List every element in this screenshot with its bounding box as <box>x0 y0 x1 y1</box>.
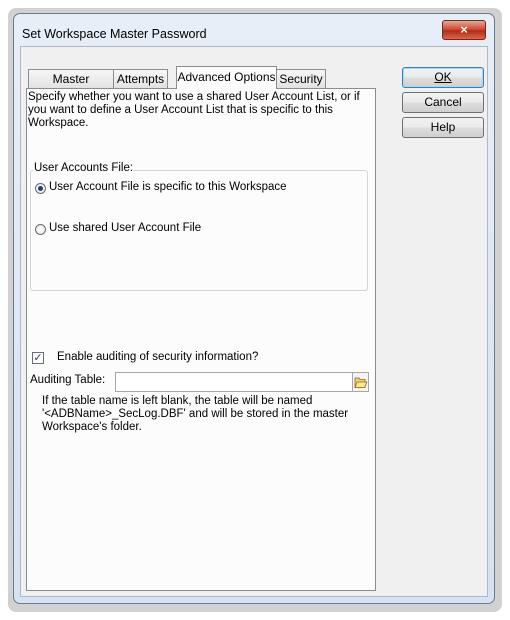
auditing-table-input[interactable] <box>115 372 353 392</box>
browse-button[interactable] <box>352 372 369 392</box>
tab-advanced-options[interactable]: Advanced Options <box>176 66 277 89</box>
radio-workspace-specific-label[interactable]: User Account File is specific to this Wo… <box>49 181 287 193</box>
dialog-client-area: Master Password Attempts Advanced Option… <box>20 46 488 597</box>
close-button[interactable]: × <box>442 20 486 40</box>
advanced-options-panel: Specify whether you want to use a shared… <box>26 88 376 591</box>
ok-button[interactable]: OK <box>402 67 484 88</box>
audit-checkbox[interactable]: ✓ <box>32 352 44 364</box>
tab-security[interactable]: Security <box>276 69 326 88</box>
cancel-button-label: Cancel <box>424 95 462 109</box>
help-button-label: Help <box>430 120 456 134</box>
cancel-button[interactable]: Cancel <box>402 92 484 113</box>
tab-master-password[interactable]: Master Password <box>28 69 114 104</box>
tab-attempts[interactable]: Attempts <box>113 69 168 88</box>
radio-workspace-specific[interactable] <box>35 183 46 194</box>
help-button[interactable]: Help <box>402 117 484 138</box>
audit-checkbox-label[interactable]: Enable auditing of security information? <box>57 351 258 363</box>
tab-label: Advanced Options <box>177 70 276 84</box>
checkmark-icon: ✓ <box>33 352 43 364</box>
folder-open-icon <box>354 377 368 388</box>
description-text: Specify whether you want to use a shared… <box>28 91 360 129</box>
dialog-title: Set Workspace Master Password <box>22 27 207 41</box>
user-accounts-group-label: User Accounts File: <box>33 162 135 174</box>
tab-label: Security <box>279 72 323 86</box>
ok-button-label: OK <box>434 70 452 84</box>
radio-shared-file-label[interactable]: Use shared User Account File <box>49 222 201 234</box>
dialog-window: Set Workspace Master Password × Master P… <box>13 13 495 604</box>
tab-label: Attempts <box>116 72 165 86</box>
radio-shared-file[interactable] <box>35 224 46 235</box>
auditing-hint-text: If the table name is left blank, the tab… <box>42 395 349 433</box>
close-icon: × <box>460 22 468 37</box>
auditing-table-label: Auditing Table: <box>30 374 106 386</box>
